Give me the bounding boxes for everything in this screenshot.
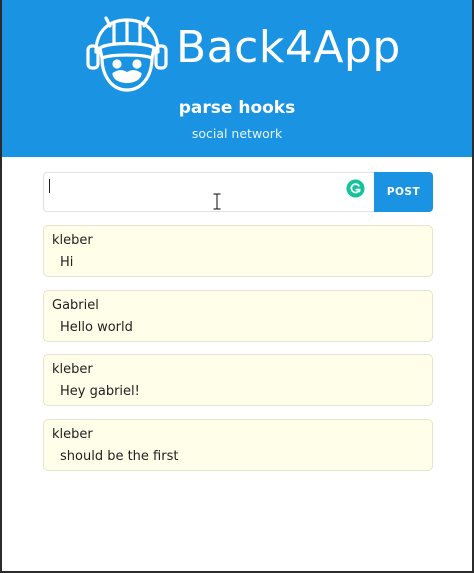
post-text: Hi <box>60 255 74 270</box>
grammarly-icon[interactable] <box>346 179 365 198</box>
post-author: Gabriel <box>52 298 99 313</box>
back4app-astronaut-logo-icon <box>86 16 168 92</box>
post-item: kleber Hi <box>43 225 433 277</box>
post-text: Hey gabriel! <box>60 384 140 399</box>
post-input[interactable] <box>43 172 375 212</box>
brand-name: Back4App <box>176 22 401 73</box>
post-item: Gabriel Hello world <box>43 290 433 342</box>
page-title: parse hooks <box>178 98 296 118</box>
page-subtitle: social network <box>191 126 283 141</box>
post-author: kleber <box>52 233 93 248</box>
post-item: kleber Hey gabriel! <box>43 354 433 406</box>
app-page: Back4App parse hooks social network POST… <box>0 0 474 573</box>
post-author: kleber <box>52 362 93 377</box>
app-header: Back4App parse hooks social network <box>2 0 472 157</box>
text-caret <box>49 179 50 193</box>
post-author: kleber <box>52 427 93 442</box>
post-text: should be the first <box>60 449 179 464</box>
post-item: kleber should be the first <box>43 419 433 471</box>
text-cursor-icon <box>213 193 221 210</box>
post-text: Hello world <box>60 320 133 335</box>
post-composer: POST <box>43 172 433 212</box>
post-button[interactable]: POST <box>374 172 433 212</box>
